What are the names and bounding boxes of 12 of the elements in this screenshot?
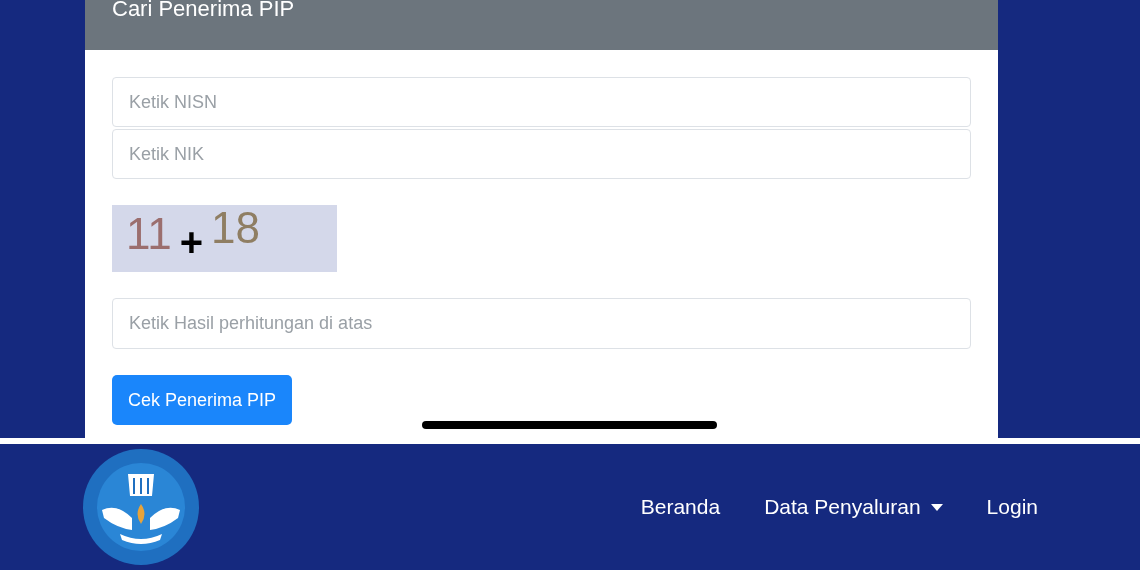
captcha-number: 18 (211, 206, 260, 250)
captcha-number: 11 (126, 212, 172, 256)
input-field[interactable]: Ketik NISN (112, 77, 971, 127)
nav-link[interactable]: Beranda (640, 491, 721, 523)
nav-dropdown[interactable]: Data Penyaluran (764, 491, 943, 523)
captcha-operator: + (179, 222, 204, 262)
card-title: Cari Penerima PIP (112, 0, 295, 20)
caret-icon (930, 503, 943, 511)
input-field[interactable]: Ketik NIK (112, 129, 971, 179)
input-field[interactable]: Ketik Hasil perhitungan di atas (112, 298, 971, 349)
submit-button[interactable]: Cek Penerima PIP (112, 375, 293, 425)
nav-link[interactable]: Login (986, 491, 1038, 523)
